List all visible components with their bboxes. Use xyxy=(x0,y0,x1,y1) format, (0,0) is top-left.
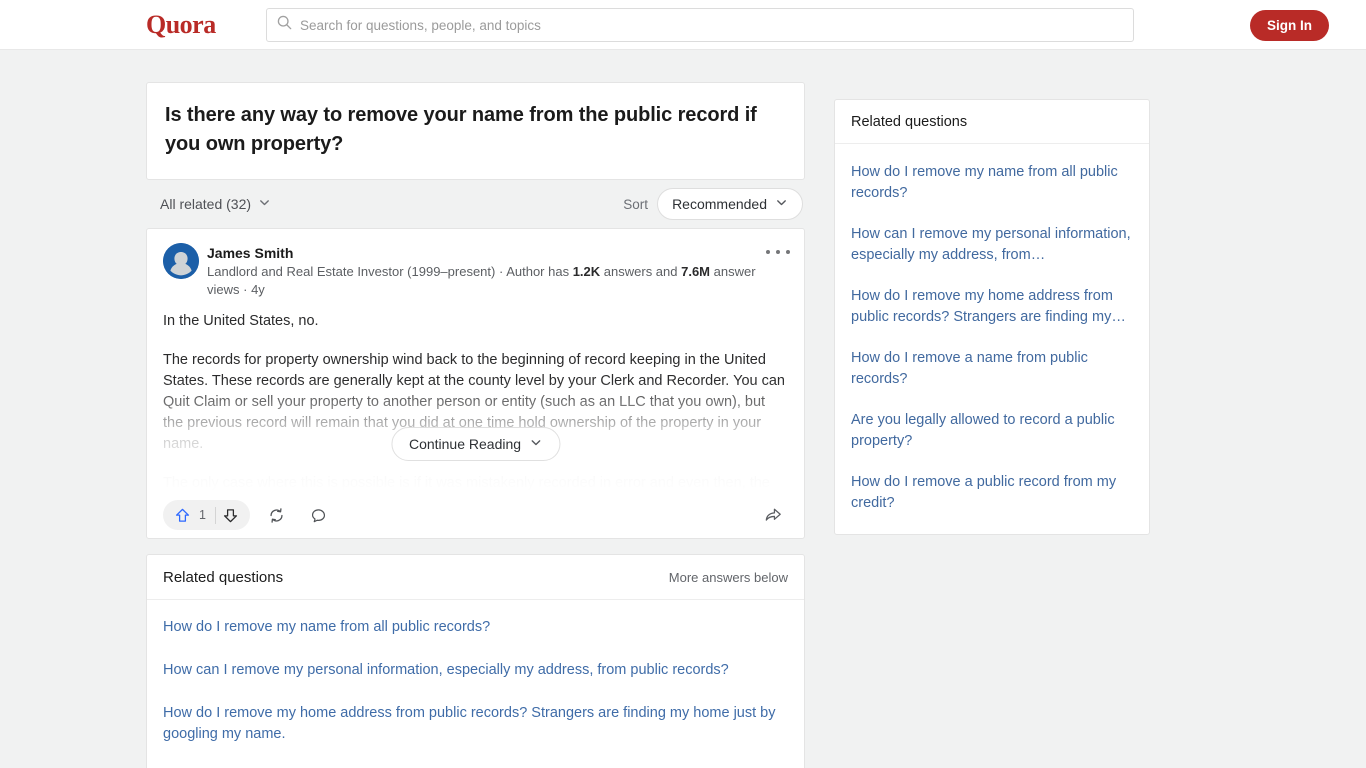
sidebar-item-question-1[interactable]: How do I remove my name from all public … xyxy=(835,152,1149,214)
author-has-label: Author has xyxy=(506,264,573,279)
views-count: 7.6M xyxy=(681,264,711,279)
answer-timestamp: 4y xyxy=(251,282,265,297)
more-answers-below-link[interactable]: More answers below xyxy=(669,570,788,585)
sort-value: Recommended xyxy=(672,196,767,212)
site-header: Quora Sign In xyxy=(0,0,1366,50)
page-body: Is there any way to remove your name fro… xyxy=(0,50,1366,768)
comment-bubble-icon xyxy=(312,508,326,522)
list-item[interactable]: How can I remove my personal information… xyxy=(147,649,804,692)
continue-reading-label: Continue Reading xyxy=(408,436,522,452)
list-item[interactable]: How do I remove my name from all public … xyxy=(147,606,804,649)
sidebar-item-question-3[interactable]: How do I remove my home address from pub… xyxy=(835,276,1149,338)
sign-in-button[interactable]: Sign In xyxy=(1250,10,1329,41)
author-block: James Smith Landlord and Real Estate Inv… xyxy=(207,243,788,299)
all-related-label: All related (32) xyxy=(160,196,252,212)
author-name[interactable]: James Smith xyxy=(207,244,788,263)
credential-text: Landlord and Real Estate Investor (1999–… xyxy=(207,264,496,279)
downvote-arrow-icon xyxy=(224,508,238,522)
answer-header: James Smith Landlord and Real Estate Inv… xyxy=(147,229,804,301)
sidebar-title: Related questions xyxy=(835,100,1149,144)
sort-dropdown[interactable]: Recommended xyxy=(657,188,803,220)
answer-card: James Smith Landlord and Real Estate Inv… xyxy=(146,228,805,539)
sidebar-column: Related questions How do I remove my nam… xyxy=(834,99,1150,535)
chevron-down-icon xyxy=(775,196,788,212)
sidebar-related-questions-card: Related questions How do I remove my nam… xyxy=(834,99,1150,535)
related-questions-card: Related questions More answers below How… xyxy=(146,554,805,768)
comment-button[interactable] xyxy=(304,500,334,530)
credential-separator-2: · xyxy=(239,282,252,297)
avatar[interactable] xyxy=(163,243,199,279)
answers-word: answers and xyxy=(600,264,682,279)
list-item[interactable]: How do I remove a name from public recor… xyxy=(147,756,804,768)
question-card: Is there any way to remove your name fro… xyxy=(146,82,805,180)
sort-control: Sort Recommended xyxy=(623,188,803,220)
quora-logo[interactable]: Quora xyxy=(146,10,216,40)
sidebar-item-question-5[interactable]: Are you legally allowed to record a publ… xyxy=(835,400,1149,462)
repost-button[interactable] xyxy=(262,500,292,530)
answers-count: 1.2K xyxy=(572,264,601,279)
all-related-filter[interactable]: All related (32) xyxy=(160,196,271,212)
upvote-count: 1 xyxy=(199,508,206,522)
sort-label: Sort xyxy=(623,196,649,212)
answer-paragraph: In the United States, no. xyxy=(163,313,319,329)
list-item[interactable]: How do I remove my home address from pub… xyxy=(147,692,804,756)
answer-action-bar: 1 xyxy=(147,492,804,538)
related-questions-list: How do I remove my name from all public … xyxy=(147,600,804,768)
more-options-icon[interactable] xyxy=(766,243,790,261)
vote-group: 1 xyxy=(163,500,250,530)
user-silhouette-icon xyxy=(163,243,199,279)
related-questions-title: Related questions xyxy=(163,569,284,586)
author-credential: Landlord and Real Estate Investor (1999–… xyxy=(207,263,788,299)
chevron-down-icon xyxy=(529,436,542,452)
answer-paragraph: The only case where this is possible is … xyxy=(163,475,770,491)
sidebar-item-question-6[interactable]: How do I remove a public record from my … xyxy=(835,462,1149,524)
share-arrow-icon xyxy=(765,508,781,521)
related-questions-header: Related questions More answers below xyxy=(147,555,804,600)
upvote-arrow-icon xyxy=(175,508,189,522)
page-title: Is there any way to remove your name fro… xyxy=(165,104,757,155)
downvote-button[interactable] xyxy=(216,500,246,530)
search-box[interactable] xyxy=(266,8,1134,42)
repost-icon xyxy=(270,507,284,523)
chevron-down-icon xyxy=(258,196,271,212)
continue-reading-button[interactable]: Continue Reading xyxy=(390,427,561,461)
share-button[interactable] xyxy=(758,500,788,530)
sidebar-item-question-2[interactable]: How can I remove my personal information… xyxy=(835,214,1149,276)
search-icon xyxy=(277,15,292,35)
filter-bar: All related (32) Sort Recommended xyxy=(146,180,805,228)
sidebar-item-question-4[interactable]: How do I remove a name from public recor… xyxy=(835,338,1149,400)
credential-separator-1: · xyxy=(495,264,507,279)
upvote-button[interactable] xyxy=(167,500,197,530)
search-input[interactable] xyxy=(300,17,1123,33)
main-column: Is there any way to remove your name fro… xyxy=(146,82,805,768)
sidebar-questions-list: How do I remove my name from all public … xyxy=(835,144,1149,534)
answer-body: In the United States, no. The records fo… xyxy=(147,301,804,492)
